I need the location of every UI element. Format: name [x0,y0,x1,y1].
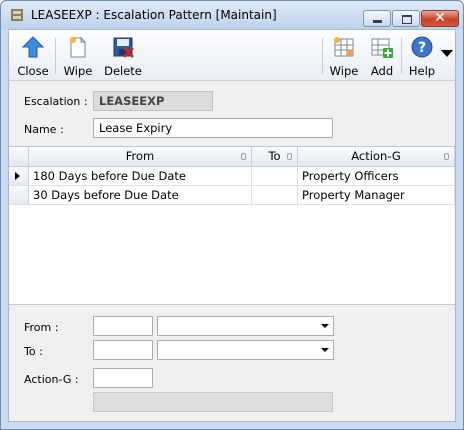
table-row-action-cell[interactable]: Property Officers [298,167,455,186]
escalation-steps-grid: From To Action-G 180 Days before Due Dat… [9,146,455,305]
close-icon: ✕ [434,10,446,26]
close-button-label: Close [17,64,49,78]
escalation-code-field: LEASEEXP [93,91,213,111]
grid-corner [9,147,29,167]
title-bar[interactable]: LEASEEXP : Escalation Pattern [Maintain]… [1,1,463,29]
grid-wipe-icon [334,37,354,57]
table-row-to-cell[interactable] [252,167,298,186]
help-button[interactable]: ? Help [405,33,439,79]
chevron-down-icon [321,348,329,352]
arrow-up-icon [21,36,45,58]
toolbar-separator [401,38,402,74]
row-selector[interactable] [9,186,29,205]
minimize-icon [373,20,382,23]
minimize-button[interactable] [363,10,391,27]
table-row-action-cell[interactable]: Property Manager [298,186,455,205]
name-label: Name : [24,123,64,136]
application-window: LEASEEXP : Escalation Pattern [Maintain]… [0,0,464,430]
to-basis-dropdown[interactable] [157,340,334,360]
from-label: From : [24,321,59,334]
close-button[interactable]: Close [13,33,53,79]
chevron-down-icon [321,324,329,328]
maximize-icon [402,15,412,24]
toolbar: Close Wipe Delete Wipe Add ? Help [9,30,455,81]
help-button-label: Help [408,64,436,78]
wipe-button[interactable]: Wipe [58,33,98,79]
grid-wipe-button-label: Wipe [329,64,359,78]
grid-header-to[interactable]: To [252,147,298,167]
column-pin-icon[interactable] [241,153,246,160]
help-icon: ? [411,36,433,58]
svg-text:?: ? [418,40,426,56]
current-row-arrow-icon [15,172,20,180]
escalation-label: Escalation : [24,95,88,108]
column-pin-icon[interactable] [444,153,449,160]
table-row-from-cell[interactable]: 30 Days before Due Date [29,186,252,205]
window-close-button[interactable]: ✕ [421,10,459,27]
application-icon [11,9,23,21]
table-row-to-cell[interactable] [252,186,298,205]
name-field[interactable]: Lease Expiry [93,118,333,138]
grid-wipe-button[interactable]: Wipe [325,33,363,79]
delete-button-label: Delete [104,64,142,78]
delete-button[interactable]: Delete [102,33,144,79]
new-document-icon [70,36,87,58]
grid-add-icon [371,38,393,58]
to-days-field[interactable] [93,340,153,360]
wipe-button-label: Wipe [63,64,93,78]
from-days-field[interactable] [93,316,153,336]
from-basis-dropdown[interactable] [157,316,334,336]
floppy-delete-icon [113,37,134,58]
toolbar-separator [55,38,56,74]
form-client-area: Close Wipe Delete Wipe Add ? Help Escala… [8,29,456,422]
row-selector[interactable] [9,167,29,186]
toolbar-separator [322,38,323,74]
to-label: To : [24,345,43,358]
add-button-label: Add [370,64,394,78]
maximize-button[interactable] [392,10,420,27]
action-group-code-field[interactable] [93,368,153,388]
column-pin-icon[interactable] [287,153,292,160]
grid-header-from[interactable]: From [29,147,252,167]
window-title: LEASEEXP : Escalation Pattern [Maintain] [31,8,277,22]
action-group-label: Action-G : [24,373,79,386]
action-group-description-field [93,392,333,412]
help-dropdown-arrow-icon[interactable] [441,50,453,58]
grid-header-action[interactable]: Action-G [298,147,455,167]
add-button[interactable]: Add [365,33,399,79]
table-row-from-cell[interactable]: 180 Days before Due Date [29,167,252,186]
